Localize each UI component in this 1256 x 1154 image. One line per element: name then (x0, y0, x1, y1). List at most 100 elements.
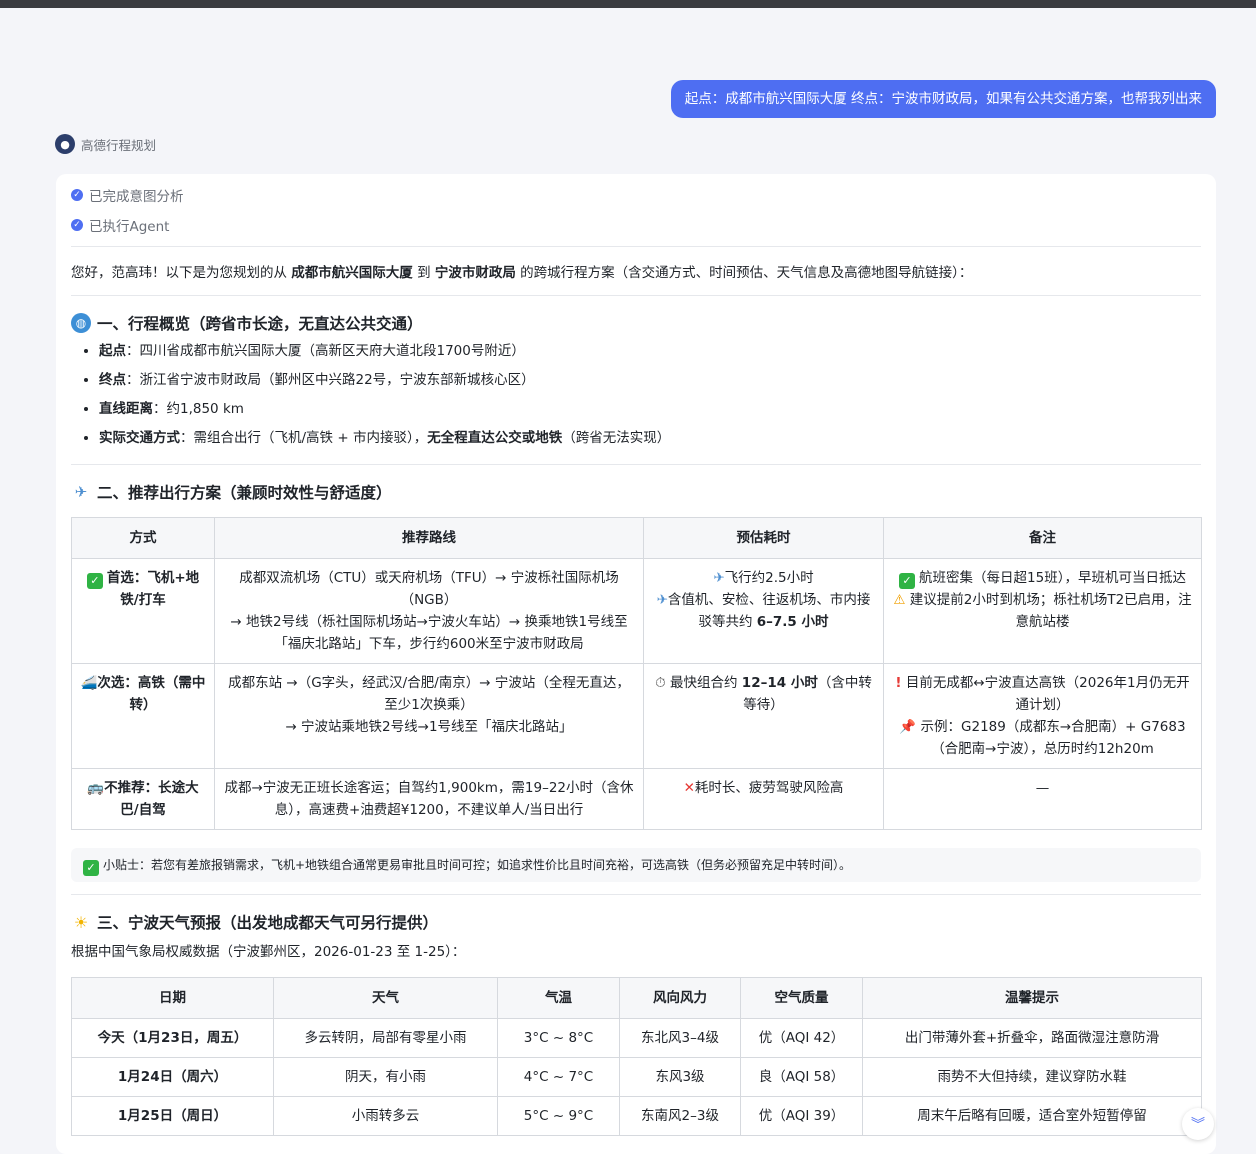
table-row: ✓ 首选：飞机+地铁/打车 成都双流机场（CTU）或天府机场（TFU）→ 宁波栎社… (71, 558, 1202, 664)
column-header: 日期 (71, 977, 274, 1019)
mode-label: 不推荐：长途大巴/自驾 (104, 780, 199, 818)
item-emphasis: 无全程直达公交或地铁 (427, 430, 563, 446)
intro-paragraph: 您好，范高玮！以下是为您规划的从 成都市航兴国际大厦 到 宁波市财政局 的跨城行… (71, 261, 972, 281)
item-text: ：约1,850 km (153, 401, 244, 417)
mode-cell: 🚄次选：高铁（需中转） (71, 663, 215, 769)
wind-cell: 东南风2–3级 (619, 1096, 741, 1136)
route-line: 成都→宁波无正班长途客运；自驾约1,900km，需19–22小时（含休息），高速… (224, 780, 634, 818)
airplane-icon: ✈ (656, 592, 668, 608)
item-text: ：需组合出行（飞机/高铁 + 市内接驳）， (180, 430, 428, 446)
item-label: 实际交通方式 (99, 430, 180, 446)
cross-icon: ✕ (683, 780, 695, 796)
check-circle-icon: ✓ (71, 189, 83, 201)
date-text: 1月25日（周日） (117, 1108, 228, 1124)
column-header: 空气质量 (740, 977, 863, 1019)
list-item: 直线距离：约1,850 km (99, 395, 670, 424)
route-cell: 成都→宁波无正班长途客运；自驾约1,900km，需19–22小时（含休息），高速… (214, 768, 644, 830)
globe-icon: ◍ (71, 313, 91, 333)
warning-icon: ⚠ (893, 592, 906, 608)
bus-icon: 🚌 (87, 780, 105, 796)
column-header: 温馨提示 (862, 977, 1202, 1019)
window-top-bar (0, 0, 1256, 8)
tip-cell: 出门带薄外套+折叠伞，路面微湿注意防滑 (862, 1018, 1202, 1058)
checkmark-icon: ✓ (83, 860, 99, 876)
intro-text: 您好，范高玮！以下是为您规划的从 (71, 265, 292, 281)
step-agent-executed[interactable]: ✓ 已执行Agent (71, 215, 169, 235)
section3-heading: ☀ 三、宁波天气预报（出发地成都天气可另行提供） (71, 911, 438, 933)
time-text: 飞行约2.5小时 (724, 570, 814, 586)
section1-title: 一、行程概览（跨省市长途，无直达公共交通） (97, 315, 423, 333)
assistant-response-card: ✓ 已完成意图分析 ✓ 已执行Agent 您好，范高玮！以下是为您规划的从 成都… (56, 174, 1216, 1154)
route-line: 成都东站 →（G字头，经武汉/合肥/南京）→ 宁波站（全程无直达，至少1次换乘） (228, 675, 630, 713)
train-icon: 🚄 (80, 675, 98, 691)
time-cell: ✈飞行约2.5小时 ✈含值机、安检、往返机场、市内接驳等共约 6–7.5 小时 (643, 558, 884, 664)
item-text: （跨省无法实现） (562, 430, 671, 446)
divider (71, 894, 1201, 895)
section2-heading: ✈ 二、推荐出行方案（兼顾时效性与舒适度） (71, 481, 392, 503)
column-header: 风向风力 (619, 977, 741, 1019)
column-header: 备注 (883, 517, 1202, 559)
table-row: 今天（1月23日，周五） 多云转阴，局部有零星小雨 3°C ~ 8°C 东北风3… (71, 1018, 1202, 1058)
divider (71, 464, 1201, 465)
user-message-bubble: 起点：成都市航兴国际大厦 终点：宁波市财政局，如果有公共交通方案，也帮我列出来 (670, 80, 1216, 118)
item-label: 直线距离 (99, 401, 153, 417)
table-row: 🚌不推荐：长途大巴/自驾 成都→宁波无正班长途客运；自驾约1,900km，需19… (71, 768, 1202, 830)
air-quality-cell: 良（AQI 58） (740, 1057, 863, 1097)
weather-cell: 小雨转多云 (273, 1096, 498, 1136)
item-text: ：浙江省宁波市财政局（鄞州区中兴路22号，宁波东部新城核心区） (126, 372, 535, 388)
item-label: 起点 (99, 343, 126, 359)
agent-name: 高德行程规划 (81, 137, 157, 153)
note-text: — (1035, 780, 1050, 796)
intro-text: 到 (412, 265, 435, 281)
table-header-row: 方式 推荐路线 预估耗时 备注 (71, 517, 1202, 559)
column-header: 方式 (71, 517, 215, 559)
section3-title: 三、宁波天气预报（出发地成都天气可另行提供） (97, 914, 439, 932)
wind-cell: 东风3级 (619, 1057, 741, 1097)
checkmark-icon: ✓ (899, 573, 916, 589)
wind-cell: 东北风3–4级 (619, 1018, 741, 1058)
divider (71, 295, 1201, 296)
date-cell: 1月25日（周日） (71, 1096, 274, 1136)
weather-source-text: 根据中国气象局权威数据（宁波鄞州区，2026-01-23 至 1-25）： (71, 944, 466, 960)
tip-cell: 周末午后略有回暖，适合室外短暂停留 (862, 1096, 1202, 1136)
temperature-cell: 3°C ~ 8°C (497, 1018, 620, 1058)
agent-header: ● 高德行程规划 (55, 134, 156, 154)
route-line: 成都双流机场（CTU）或天府机场（TFU）→ 宁波栎社国际机场（NGB） (239, 570, 619, 608)
time-text: 耗时长、疲劳驾驶风险高 (694, 780, 844, 796)
route-line: → 地铁2号线（栎社国际机场站→宁波火车站）→ 换乘地铁1号线至「福庆北路站」下… (230, 614, 628, 652)
note-cell: — (883, 768, 1202, 830)
double-chevron-down-icon: ︾ (1191, 1117, 1205, 1133)
tip-cell: 雨势不大但持续，建议穿防水鞋 (862, 1057, 1202, 1097)
route-cell: 成都东站 →（G字头，经武汉/合肥/南京）→ 宁波站（全程无直达，至少1次换乘）… (214, 663, 644, 769)
column-header: 预估耗时 (643, 517, 884, 559)
item-text: ：四川省成都市航兴国际大厦（高新区天府大道北段1700号附近） (126, 343, 525, 359)
temperature-cell: 5°C ~ 9°C (497, 1096, 620, 1136)
intro-text: 的跨城行程方案（含交通方式、时间预估、天气信息及高德地图导航链接）： (515, 265, 973, 281)
mode-cell: ✓ 首选：飞机+地铁/打车 (71, 558, 215, 664)
step-intent-analysis[interactable]: ✓ 已完成意图分析 (71, 185, 184, 205)
divider (71, 246, 1201, 247)
date-text: 今天（1月23日，周五） (97, 1030, 248, 1046)
airplane-icon: ✈ (713, 570, 725, 586)
transport-table: 方式 推荐路线 预估耗时 备注 ✓ 首选：飞机+地铁/打车 成都双流机场（CTU）… (71, 517, 1202, 830)
list-item: 起点：四川省成都市航兴国际大厦（高新区天府大道北段1700号附近） (99, 337, 670, 366)
time-text: 最快组合约 (670, 675, 742, 691)
pushpin-icon: 📌 (899, 719, 917, 735)
scroll-to-bottom-button[interactable]: ︾ (1182, 1108, 1214, 1140)
time-emphasis: 12–14 小时 (741, 675, 818, 691)
weather-table: 日期 天气 气温 风向风力 空气质量 温馨提示 今天（1月23日，周五） 多云转… (71, 977, 1202, 1136)
note-cell: ! 目前无成都↔宁波直达高铁（2026年1月仍无开通计划） 📌 示例：G2189（… (883, 663, 1202, 769)
time-cell: ⏱ 最快组合约 12–14 小时（含中转等待） (643, 663, 884, 769)
overview-list: 起点：四川省成都市航兴国际大厦（高新区天府大道北段1700号附近） 终点：浙江省… (71, 337, 670, 453)
mode-label: 首选：飞机+地铁/打车 (106, 570, 200, 608)
column-header: 推荐路线 (214, 517, 644, 559)
intro-origin: 成都市航兴国际大厦 (291, 265, 413, 281)
note-text: 建议提前2小时到机场；栎社机场T2已启用，注意航站楼 (909, 592, 1192, 630)
section2-title: 二、推荐出行方案（兼顾时效性与舒适度） (97, 484, 392, 502)
tip-box: ✓ 小贴士：若您有差旅报销需求，飞机+地铁组合通常更易审批且时间可控；如追求性价比… (71, 848, 1201, 882)
list-item: 实际交通方式：需组合出行（飞机/高铁 + 市内接驳），无全程直达公交或地铁（跨省… (99, 424, 670, 453)
route-cell: 成都双流机场（CTU）或天府机场（TFU）→ 宁波栎社国际机场（NGB） → 地铁… (214, 558, 644, 664)
section1-heading: ◍ 一、行程概览（跨省市长途，无直达公共交通） (71, 312, 423, 334)
column-header: 天气 (273, 977, 498, 1019)
list-item: 终点：浙江省宁波市财政局（鄞州区中兴路22号，宁波东部新城核心区） (99, 366, 670, 395)
